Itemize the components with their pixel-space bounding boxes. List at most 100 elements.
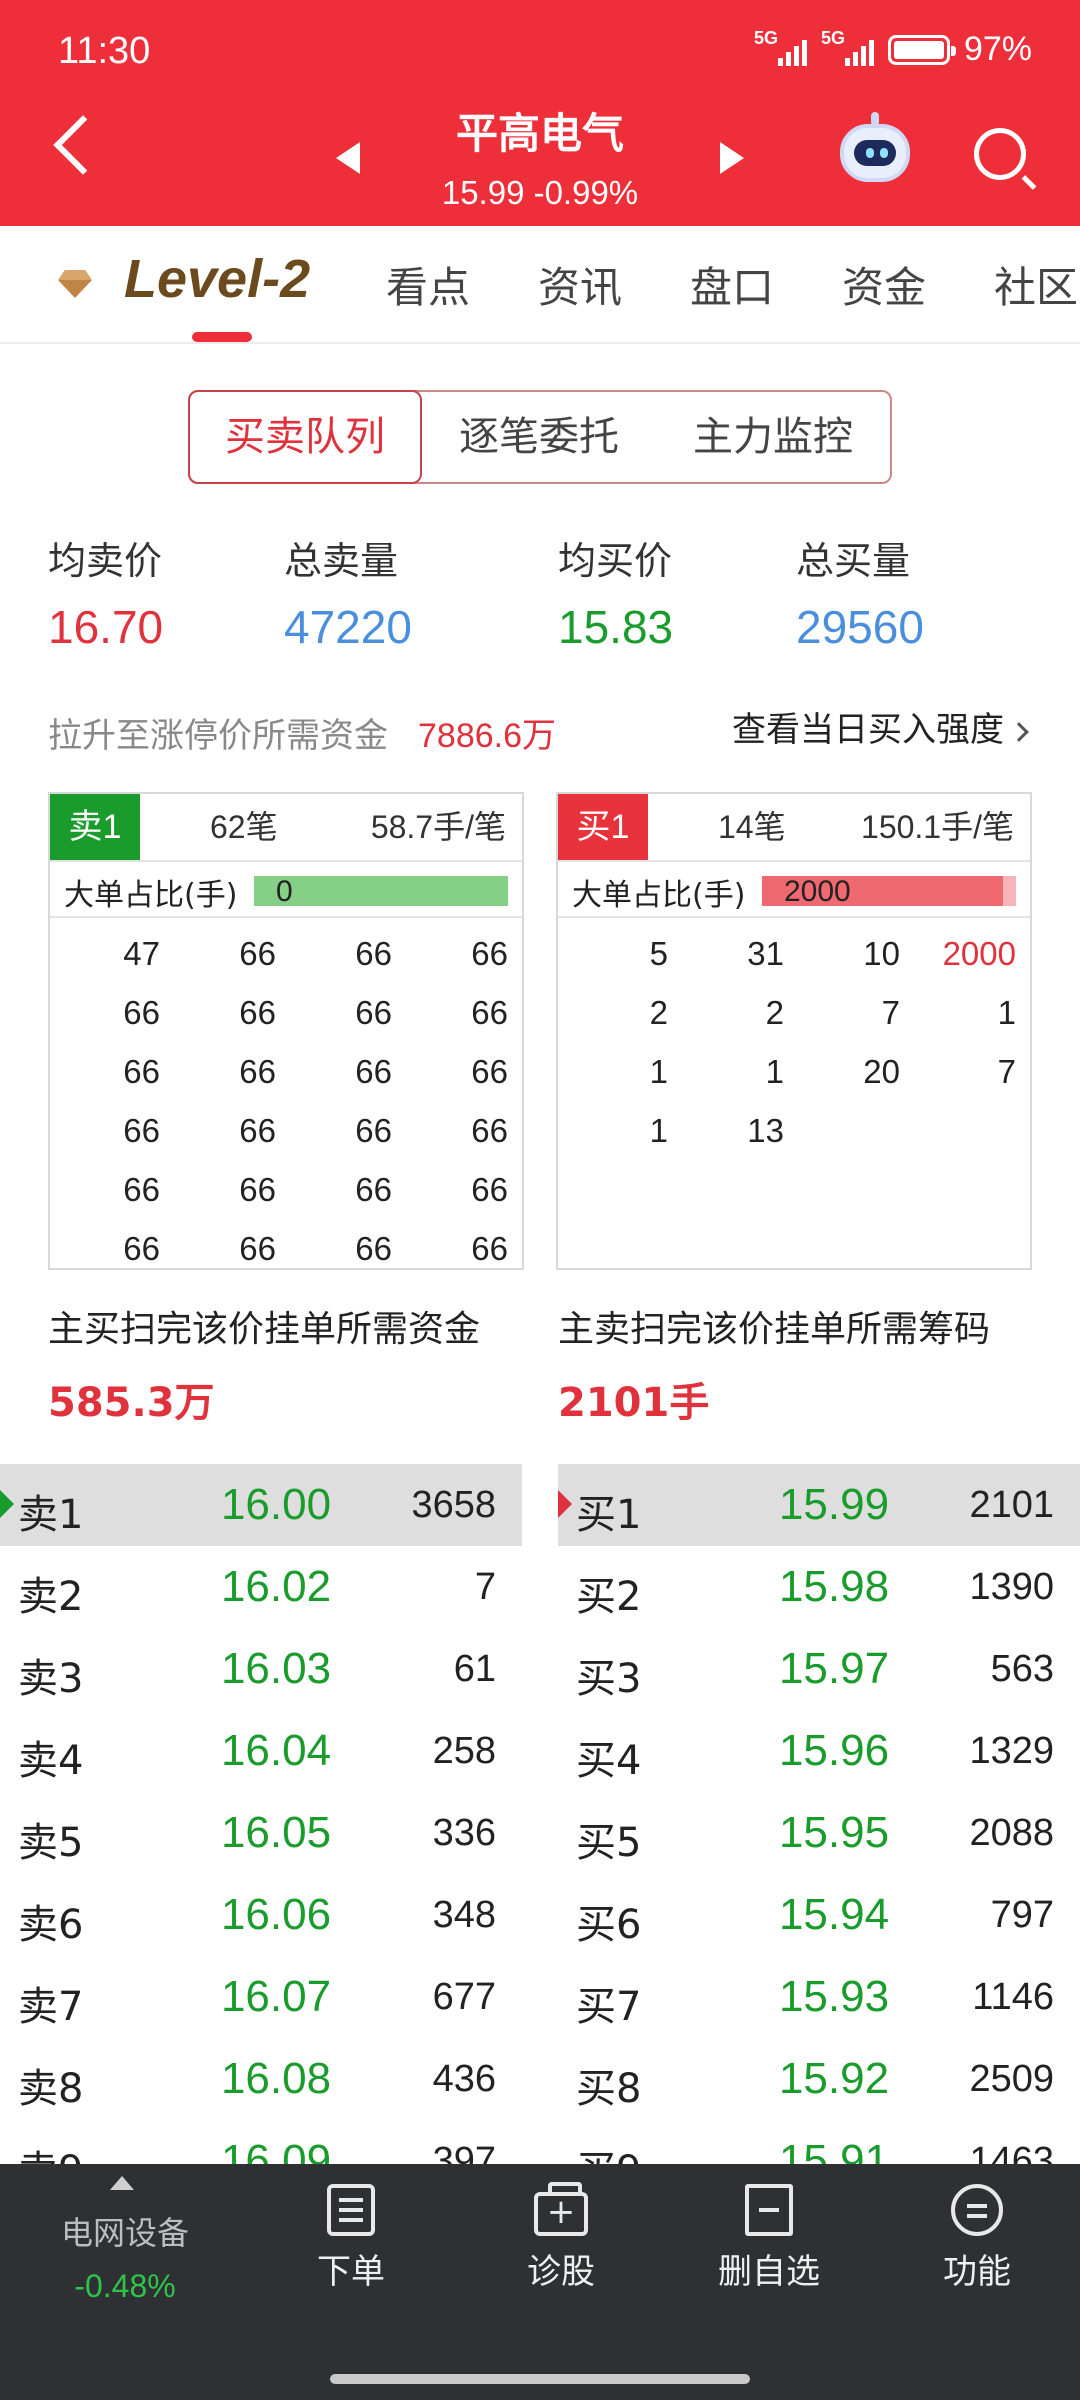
ask-level-row[interactable]: 卖2 16.02 7	[0, 1546, 522, 1628]
bid-level-label: 买2	[576, 1574, 642, 1620]
network-type: 5G	[753, 27, 778, 48]
queue-cell: 1	[765, 1053, 784, 1090]
bid-level-price: 15.94	[778, 1890, 890, 1939]
bid-level-label: 买6	[576, 1902, 642, 1948]
limit-up-capital-label: 拉升至涨停价所需资金	[48, 716, 388, 756]
ask-level-row[interactable]: 卖1 16.00 3658	[0, 1464, 522, 1546]
sell-queue-tag: 卖1	[50, 794, 140, 860]
bid-level-row[interactable]: 买2 15.98 1390	[558, 1546, 1080, 1628]
bid-level-row[interactable]: 买5 15.95 2088	[558, 1792, 1080, 1874]
functions-button[interactable]: 功能	[902, 2184, 1052, 2293]
queue-cell: 66	[355, 935, 392, 972]
back-icon[interactable]	[53, 115, 113, 175]
sell-queue-grid: 47 66 66 66 66 66 66 66 66 66 66 66 66 66 66 66 66 66 66 66…	[50, 918, 522, 1278]
buy-strength-link-label: 查看当日买入强度	[732, 710, 1004, 750]
expand-up-icon[interactable]	[110, 2176, 134, 2190]
avg-sell-label: 均卖价	[48, 539, 163, 583]
sell-big-order-value: 0	[276, 875, 293, 908]
ask-level-row[interactable]: 卖4 16.04 258	[0, 1710, 522, 1792]
sell-queue-count: 62笔	[210, 809, 278, 845]
bid-level-row[interactable]: 买6 15.94 797	[558, 1874, 1080, 1956]
ask-level-volume: 61	[453, 1648, 496, 1690]
segment-main-monitor[interactable]: 主力监控	[656, 392, 890, 482]
sell-queue-header: 卖1 62笔 58.7手/笔	[50, 794, 522, 862]
queue-cell: 66	[355, 1230, 392, 1267]
ai-assistant-icon[interactable]	[840, 112, 910, 182]
bottom-toolbar: 电网设备 -0.48% 下单 诊股 删自选 功能	[0, 2164, 1080, 2400]
segment-tick-orders[interactable]: 逐笔委托	[422, 392, 656, 482]
ask-level-label: 卖5	[18, 1820, 84, 1866]
buy-big-order-value: 2000	[784, 875, 851, 908]
queue-cell: 2	[765, 994, 784, 1031]
stock-name: 平高电气	[455, 109, 624, 158]
ask-level-row[interactable]: 卖3 16.03 61	[0, 1628, 522, 1710]
ask-level-label: 卖2	[18, 1574, 84, 1620]
queue-cell: 66	[471, 994, 508, 1031]
queue-cell: 66	[123, 1171, 160, 1208]
bid-level-volume: 1390	[969, 1566, 1054, 1608]
queue-cell: 66	[239, 1230, 276, 1267]
ask-level-label: 卖3	[18, 1656, 84, 1702]
buy-queue-tag: 买1	[558, 794, 648, 860]
ask-level-row[interactable]: 卖5 16.05 336	[0, 1792, 522, 1874]
bid-level-row[interactable]: 买3 15.97 563	[558, 1628, 1080, 1710]
tab-level2[interactable]: Level-2	[124, 248, 310, 310]
stock-price-change: 15.99 -0.99%	[441, 174, 639, 211]
ask-level-row[interactable]: 卖6 16.06 348	[0, 1874, 522, 1956]
queue-cell: 2000	[942, 935, 1016, 972]
buy-queue-count: 14笔	[718, 809, 786, 845]
queue-cell: 66	[355, 994, 392, 1031]
bid-level-row[interactable]: 买8 15.92 2509	[558, 2038, 1080, 2120]
ask-level-row[interactable]: 卖7 16.07 677	[0, 1956, 522, 2038]
queue-cell	[790, 1101, 906, 1160]
queue-cell: 66	[123, 1053, 160, 1090]
total-sell-value: 47220	[284, 601, 412, 653]
queue-cell: 66	[239, 1112, 276, 1149]
bid-level-price: 15.93	[778, 1972, 890, 2021]
ask-level-price: 16.07	[220, 1972, 332, 2021]
bid-level-row[interactable]: 买4 15.96 1329	[558, 1710, 1080, 1792]
ask-level-label: 卖7	[18, 1984, 84, 2030]
bid-level-price: 15.99	[778, 1480, 890, 1529]
ask-levels: 卖1 16.00 3658 卖2 16.02 7 卖3 16.03 61 卖4 16.04 258 卖5…	[0, 1464, 522, 2202]
bid-level-row[interactable]: 买7 15.93 1146	[558, 1956, 1080, 2038]
queue-cell: 66	[471, 1053, 508, 1090]
ask-level-label: 卖4	[18, 1738, 84, 1784]
segment-order-queue[interactable]: 买卖队列	[188, 390, 422, 484]
remove-watchlist-button[interactable]: 删自选	[694, 2184, 844, 2293]
home-indicator[interactable]	[330, 2374, 750, 2384]
queue-cell: 66	[471, 935, 508, 972]
diagnose-button[interactable]: 诊股	[486, 2182, 636, 2293]
place-order-label: 下单	[317, 2252, 385, 2292]
diagnose-label: 诊股	[527, 2252, 595, 2292]
prev-stock-icon[interactable]	[336, 142, 360, 174]
bid-level-volume: 2088	[969, 1812, 1054, 1854]
total-buy-label: 总买量	[796, 539, 911, 583]
buy-big-order-label: 大单占比(手)	[572, 878, 746, 913]
bid-level-row[interactable]: 买1 15.99 2101	[558, 1464, 1080, 1546]
sweep-bid-shares-label: 主卖扫完该价挂单所需筹码	[558, 1309, 991, 1350]
sell-big-order-row: 大单占比(手) 0	[50, 862, 522, 918]
queue-cell: 66	[239, 994, 276, 1031]
tab-order-book[interactable]: 盘口	[690, 254, 774, 315]
current-level-marker	[558, 1490, 572, 1518]
tab-news[interactable]: 资讯	[538, 254, 622, 315]
buy-strength-link[interactable]: 查看当日买入强度	[732, 702, 1029, 751]
tab-bar: Level-2 看点 资讯 盘口 资金 社区	[0, 226, 1080, 344]
tab-highlights[interactable]: 看点	[386, 254, 470, 315]
next-stock-icon[interactable]	[720, 142, 744, 174]
ask-level-price: 16.00	[220, 1480, 332, 1529]
sector-name[interactable]: 电网设备	[40, 2208, 210, 2254]
place-order-button[interactable]: 下单	[276, 2184, 426, 2293]
tab-community[interactable]: 社区	[994, 254, 1078, 315]
queue-cell: 31	[747, 935, 784, 972]
ask-level-price: 16.04	[220, 1726, 332, 1775]
search-icon[interactable]	[974, 128, 1026, 180]
avg-buy-value: 15.83	[558, 601, 674, 653]
queue-cell: 47	[123, 935, 160, 972]
tab-capital[interactable]: 资金	[842, 254, 926, 315]
queue-cell: 66	[471, 1230, 508, 1267]
ask-level-row[interactable]: 卖8 16.08 436	[0, 2038, 522, 2120]
sweep-ask-capital-label: 主买扫完该价挂单所需资金	[48, 1309, 481, 1350]
avg-sell-value: 16.70	[48, 601, 164, 653]
